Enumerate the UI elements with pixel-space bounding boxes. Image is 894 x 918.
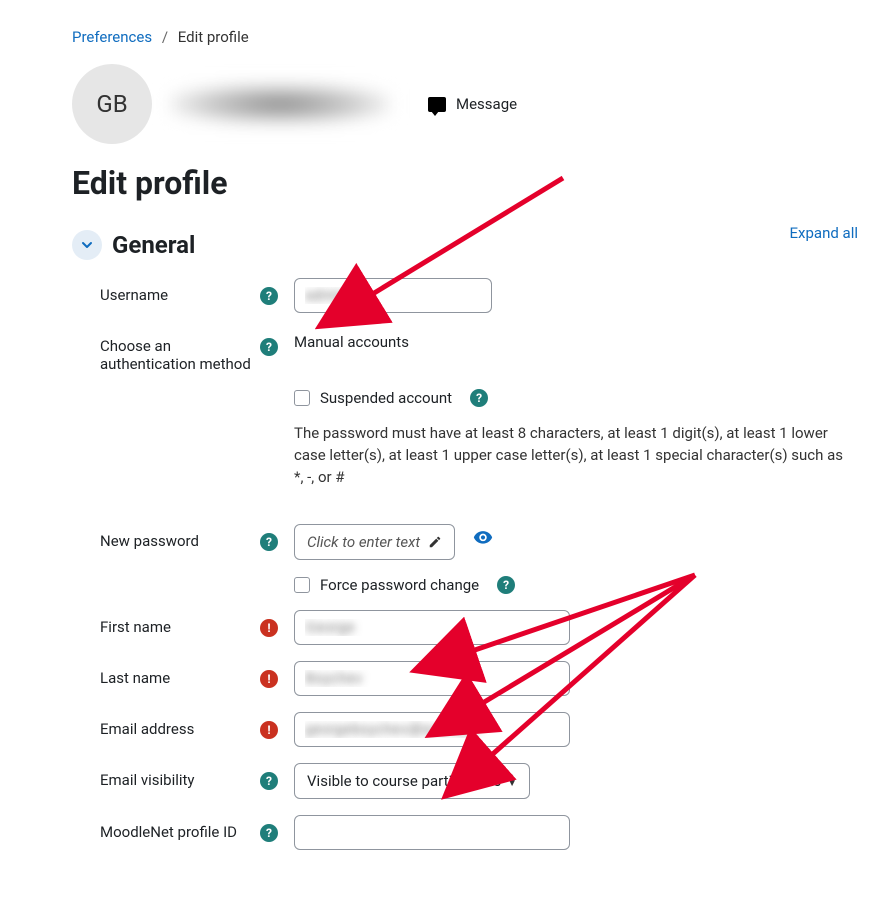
breadcrumb: Preferences / Edit profile [72,28,854,46]
help-icon-auth[interactable]: ? [260,338,278,356]
help-icon-username[interactable]: ? [260,287,278,305]
row-auth-method: Choose an authentication method ? Manual… [100,329,854,373]
breadcrumb-separator: / [162,28,168,46]
new-password-placeholder: Click to enter text [307,533,420,551]
label-force-pw: Force password change [320,576,479,594]
speech-bubble-icon [428,97,446,112]
row-moodlenet: MoodleNet profile ID ? [100,815,854,850]
required-icon-lastname: ! [260,670,278,688]
label-suspended: Suspended account [320,389,452,407]
row-pw-policy: The password must have at least 8 charac… [100,423,854,508]
label-email: Email address [100,712,260,738]
sort-icon: ▲▼ [507,775,517,787]
chevron-down-icon [81,239,93,251]
row-username: Username ? [100,278,854,313]
new-password-input[interactable]: Click to enter text [294,524,455,560]
lastname-input[interactable] [294,661,570,696]
required-icon-firstname: ! [260,619,278,637]
label-auth-method: Choose an authentication method [100,329,260,373]
user-fullname-blurred [170,84,390,124]
help-icon-newpw[interactable]: ? [260,533,278,551]
expand-all-link[interactable]: Expand all [790,224,858,242]
row-force-pw: Force password change ? [100,576,854,594]
avatar: GB [72,64,152,144]
label-firstname: First name [100,610,260,636]
row-suspended: Suspended account ? [100,389,854,407]
breadcrumb-preferences[interactable]: Preferences [72,28,152,46]
password-policy-text: The password must have at least 8 charac… [294,423,854,488]
row-email: Email address ! [100,712,854,747]
emailvis-selected: Visible to course participants [307,772,501,790]
page-title: Edit profile [72,164,854,202]
message-button[interactable]: Message [428,95,517,113]
required-icon-email: ! [260,721,278,739]
help-icon-emailvis[interactable]: ? [260,772,278,790]
emailvis-select[interactable]: Visible to course participants ▲▼ [294,763,530,799]
section-general-header[interactable]: General [72,230,854,260]
help-icon-suspended[interactable]: ? [470,389,488,407]
row-firstname: First name ! [100,610,854,645]
label-emailvis: Email visibility [100,763,260,789]
force-pw-checkbox[interactable] [294,577,310,593]
label-new-password: New password [100,524,260,550]
firstname-input[interactable] [294,610,570,645]
breadcrumb-current: Edit profile [178,28,249,46]
section-toggle-general[interactable] [72,230,102,260]
username-input[interactable] [294,278,492,313]
message-label: Message [456,95,517,113]
help-icon-moodlenet[interactable]: ? [260,824,278,842]
moodlenet-input[interactable] [294,815,570,850]
help-icon-forcepw[interactable]: ? [497,576,515,594]
eye-icon [473,527,493,547]
section-title-general: General [112,231,195,259]
label-username: Username [100,278,260,304]
pencil-icon [428,535,442,549]
row-emailvis: Email visibility ? Visible to course par… [100,763,854,799]
label-moodlenet: MoodleNet profile ID [100,815,260,841]
user-header: GB Message [72,64,854,144]
suspended-checkbox[interactable] [294,390,310,406]
row-new-password: New password ? Click to enter text [100,524,854,560]
auth-method-value: Manual accounts [294,329,854,351]
email-input[interactable] [294,712,570,747]
label-lastname: Last name [100,661,260,687]
row-lastname: Last name ! [100,661,854,696]
show-password-button[interactable] [473,533,493,551]
